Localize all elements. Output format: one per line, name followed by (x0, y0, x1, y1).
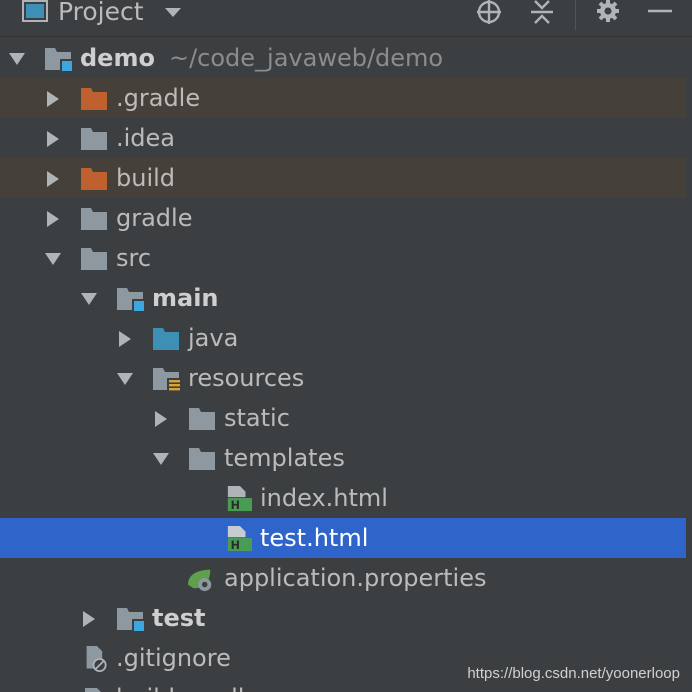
expanded-arrow-icon[interactable] (152, 450, 170, 468)
tree-label: application.properties (224, 564, 487, 592)
tree-row-gradle-cache[interactable]: .gradle (0, 78, 686, 118)
module-folder-icon (117, 288, 144, 311)
tree-label: test.html (260, 524, 369, 552)
collapsed-arrow-icon[interactable] (80, 610, 98, 628)
expanded-arrow-icon[interactable] (8, 50, 26, 68)
tree-label: templates (224, 444, 345, 472)
tree-row-build[interactable]: build (0, 158, 686, 198)
tree-row-static[interactable]: static (0, 398, 686, 438)
tree-label: .idea (116, 124, 176, 152)
collapsed-arrow-icon[interactable] (44, 90, 62, 108)
module-folder-icon (117, 608, 144, 631)
folder-icon (81, 248, 107, 270)
excluded-folder-icon (81, 88, 107, 110)
expanded-arrow-icon[interactable] (116, 370, 134, 388)
collapse-icon[interactable] (527, 0, 557, 26)
resources-folder-icon (153, 368, 181, 392)
tree-row-index-html[interactable]: H index.html (0, 478, 686, 518)
ignored-file-icon (86, 646, 107, 672)
minimize-icon[interactable] (645, 0, 675, 26)
spring-properties-icon (188, 569, 212, 592)
html-file-icon: H (227, 526, 252, 552)
tree-row-src[interactable]: src (0, 238, 686, 278)
tree-row-test-html[interactable]: H test.html (0, 518, 686, 558)
svg-text:H: H (231, 499, 240, 512)
folder-icon (81, 128, 107, 150)
locate-icon[interactable] (474, 0, 504, 26)
excluded-folder-icon (81, 168, 107, 190)
tree-row-demo[interactable]: demo ~/code_javaweb/demo (0, 38, 686, 78)
html-file-icon: H (227, 486, 252, 512)
project-panel-header: Project (0, 0, 692, 37)
folder-icon (189, 408, 215, 430)
tree-label: resources (188, 364, 305, 392)
tree-label: build (116, 164, 176, 192)
tree-row-main[interactable]: main (0, 278, 686, 318)
collapsed-arrow-icon[interactable] (44, 210, 62, 228)
tree-label: demo ~/code_javaweb/demo (80, 44, 444, 72)
collapsed-arrow-icon[interactable] (44, 170, 62, 188)
expanded-arrow-icon[interactable] (80, 290, 98, 308)
tree-label: .gitignore (116, 644, 231, 672)
gear-icon[interactable] (593, 0, 623, 26)
tree-label: src (116, 244, 152, 272)
project-tool-window: Project demo ~/code_javaweb/demo .gradle… (0, 0, 692, 692)
module-folder-icon (45, 48, 72, 71)
collapsed-arrow-icon[interactable] (152, 410, 170, 428)
svg-text:H: H (231, 539, 240, 552)
folder-icon (189, 448, 215, 470)
gradle-file-icon (85, 688, 101, 692)
tree-label: gradle (116, 204, 193, 232)
tree-label: .gradle (116, 84, 201, 112)
tree-row-java[interactable]: java (0, 318, 686, 358)
tree-label: static (224, 404, 290, 432)
tree-label: build.gradle (116, 678, 259, 692)
collapsed-arrow-icon[interactable] (44, 130, 62, 148)
tree-row-templates[interactable]: templates (0, 438, 686, 478)
dropdown-caret-icon[interactable] (160, 0, 186, 24)
folder-icon (81, 208, 107, 230)
tree-row-gradle[interactable]: gradle (0, 198, 686, 238)
tree-row-idea[interactable]: .idea (0, 118, 686, 158)
project-panel-icon (22, 0, 48, 22)
tree-label: test (152, 604, 206, 632)
tree-row-application-properties[interactable]: application.properties (0, 558, 686, 598)
tree-label: index.html (260, 484, 388, 512)
tree-label: java (188, 324, 239, 352)
panel-title[interactable]: Project (58, 0, 144, 30)
expanded-arrow-icon[interactable] (44, 250, 62, 268)
collapsed-arrow-icon[interactable] (116, 330, 134, 348)
tree-row-resources[interactable]: resources (0, 358, 686, 398)
tree-row-test[interactable]: test (0, 598, 686, 638)
source-folder-icon (153, 328, 179, 350)
watermark-text: https://blog.csdn.net/yoonerloop (467, 665, 680, 682)
tree-label: main (152, 284, 219, 312)
toolbar-separator (575, 0, 576, 30)
module-path: ~/code_javaweb/demo (168, 44, 444, 72)
